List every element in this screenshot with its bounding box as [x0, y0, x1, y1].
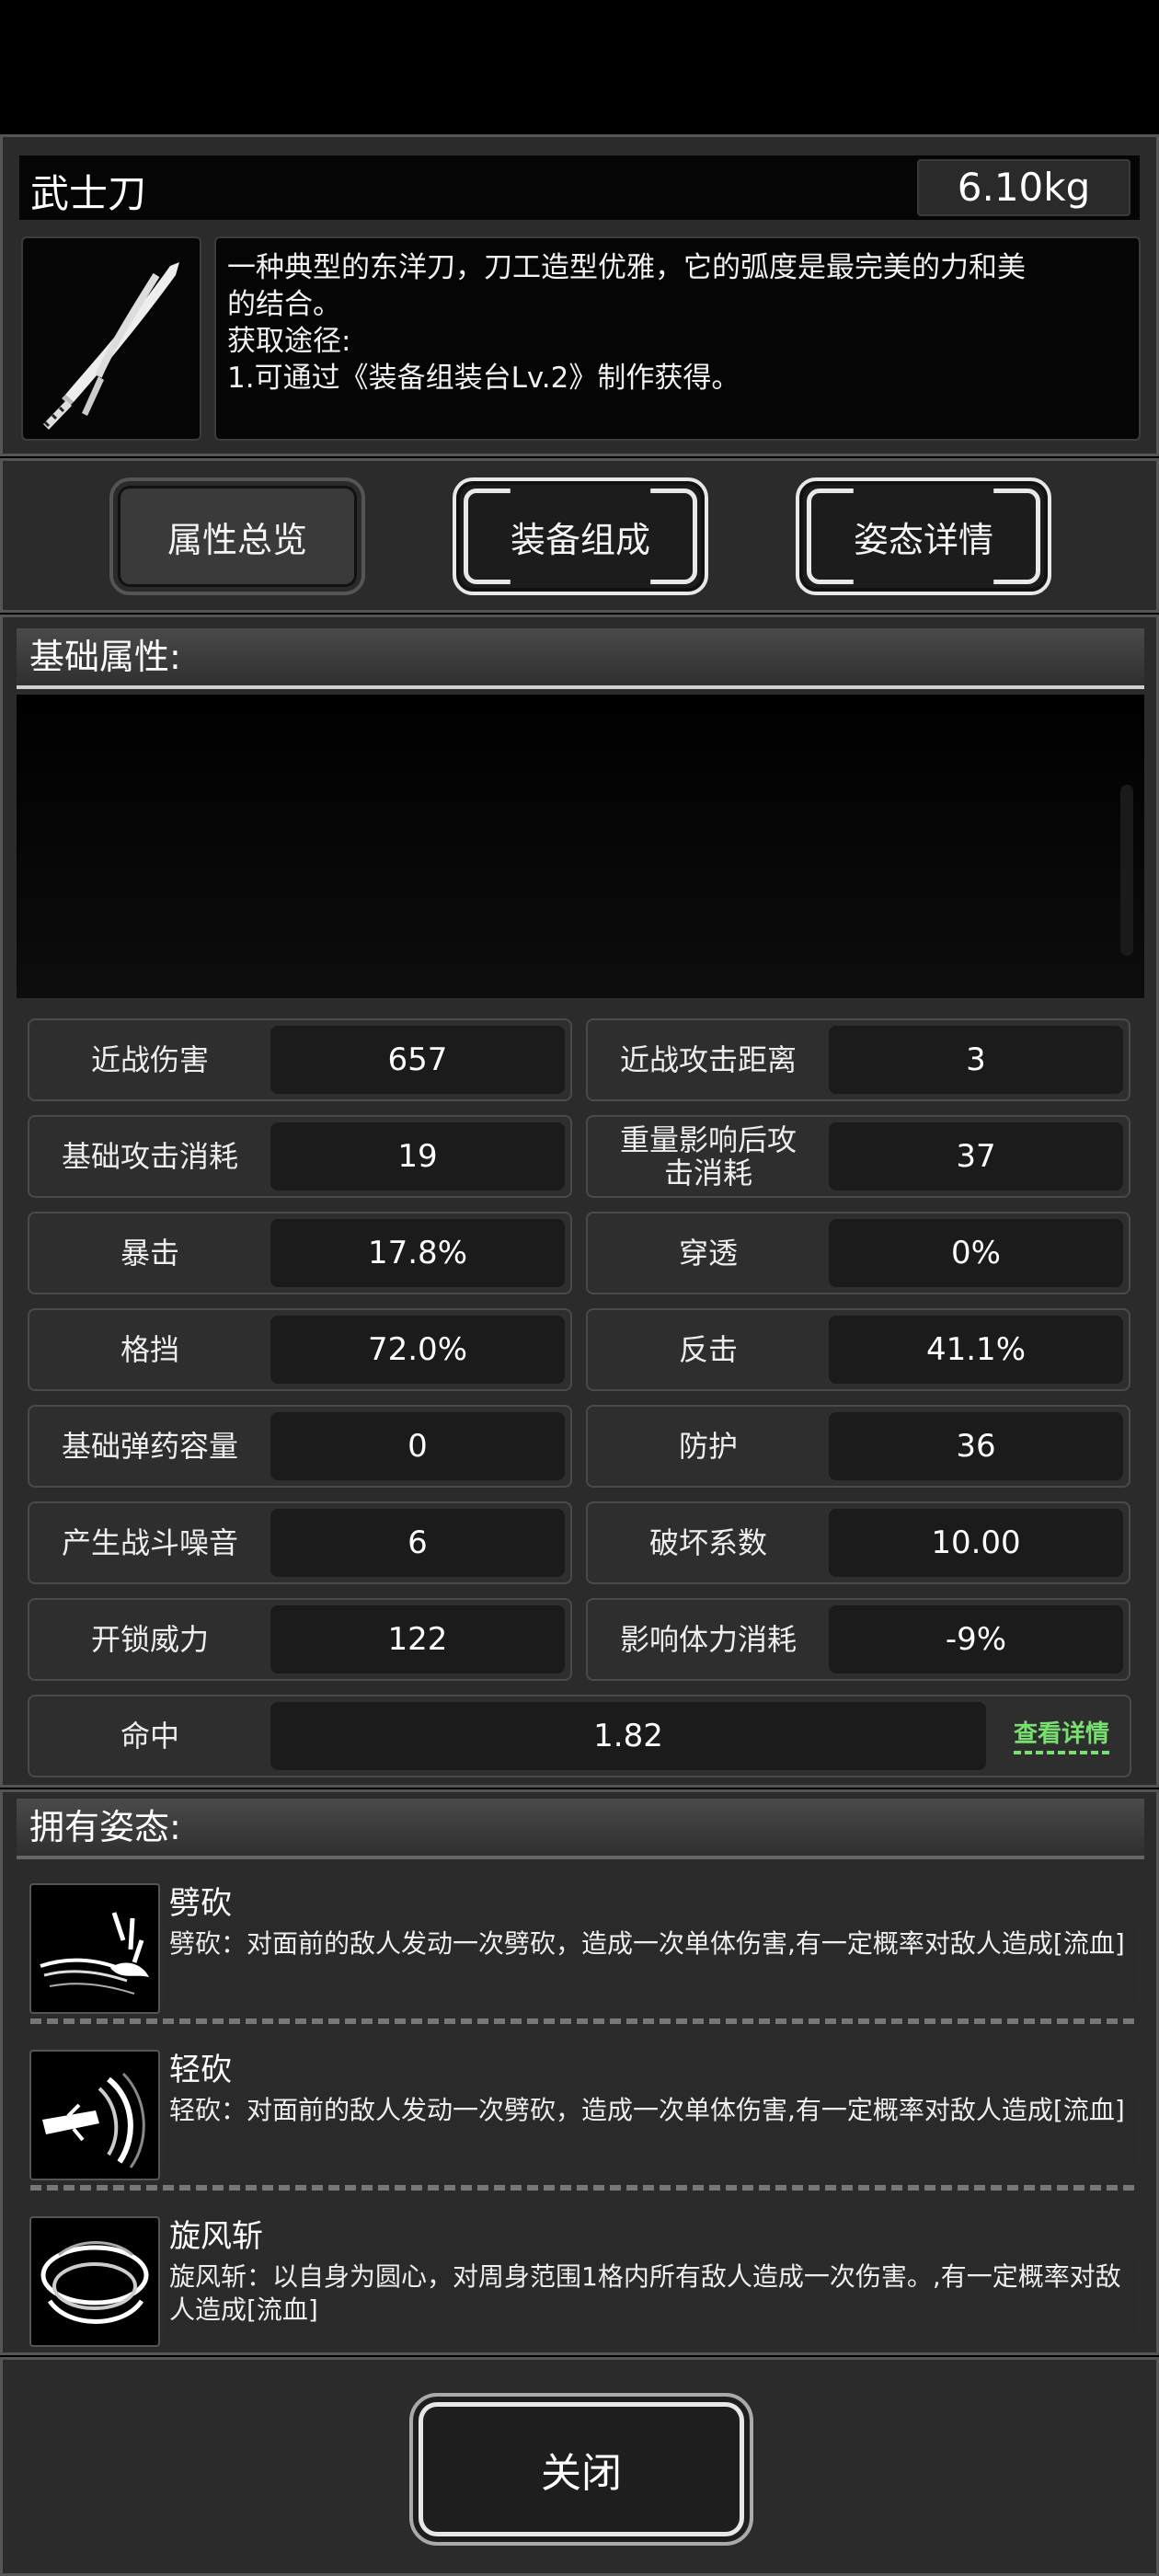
- stat-value: 17.8%: [270, 1219, 565, 1287]
- stat-base-attack-cost: 基础攻击消耗 19: [28, 1115, 572, 1198]
- stance-divider: [30, 2185, 1134, 2191]
- stat-value: 0: [270, 1412, 565, 1480]
- stat-label: 破坏系数: [648, 1525, 767, 1560]
- stat-label: 反击: [678, 1332, 738, 1367]
- stat-label: 重量影响后攻击消耗: [619, 1122, 797, 1190]
- close-button[interactable]: 关闭: [409, 2393, 753, 2546]
- stat-label: 基础弹药容量: [61, 1429, 238, 1464]
- stance-description: 旋风斩：以自身为圆心，对周身范围1格内所有敌人造成一次伤害。,有一定概率对敌人造…: [166, 2255, 1137, 2340]
- stat-label: 开锁威力: [90, 1622, 209, 1657]
- stat-value: 10.00: [829, 1509, 1123, 1577]
- stat-counter: 反击 41.1%: [586, 1308, 1130, 1391]
- tab-attributes-overview[interactable]: 属性总览: [109, 477, 365, 595]
- item-title-bar: 武士刀 6.10kg: [19, 155, 1140, 220]
- stat-label: 穿透: [678, 1236, 738, 1271]
- stat-label: 防护: [678, 1429, 738, 1464]
- stat-weighted-attack-cost: 重量影响后攻击消耗 37: [586, 1115, 1130, 1198]
- stance-description: 轻砍：对面前的敌人发动一次劈砍，造成一次单体伤害,有一定概率对敌人造成[流血]: [166, 2088, 1137, 2173]
- view-details-link[interactable]: 查看详情: [1013, 1715, 1109, 1754]
- stat-protection: 防护 36: [586, 1405, 1130, 1488]
- stance-item[interactable]: 旋风斩 旋风斩：以自身为圆心，对周身范围1格内所有敌人造成一次伤害。,有一定概率…: [26, 2207, 1139, 2363]
- stat-stamina-effect: 影响体力消耗 -9%: [586, 1598, 1130, 1681]
- stance-name: 旋风斩: [169, 2218, 263, 2255]
- slash-icon: [29, 1883, 160, 2014]
- stat-value: 0%: [829, 1219, 1123, 1287]
- stances-panel: 拥有姿态: 劈砍 劈砍：对面前的敌人发动一次劈砍，造成一次单体伤害,有一定概率对…: [0, 1789, 1159, 2355]
- stat-value: 657: [270, 1026, 565, 1094]
- stat-label: 近战伤害: [90, 1042, 209, 1077]
- stat-label: 命中: [120, 1719, 179, 1754]
- stat-value: 19: [270, 1122, 565, 1190]
- stat-label: 基础攻击消耗: [61, 1139, 238, 1174]
- stat-value: 36: [829, 1412, 1123, 1480]
- item-weight: 6.10kg: [917, 159, 1130, 216]
- stat-value: 37: [829, 1122, 1123, 1190]
- attributes-scroll-area[interactable]: [17, 695, 1144, 998]
- item-name: 武士刀: [30, 171, 147, 216]
- item-description: 一种典型的东洋刀，刀工造型优雅，它的弧度是最完美的力和美 的结合。 获取途径: …: [214, 236, 1141, 441]
- stat-label: 影响体力消耗: [619, 1622, 797, 1657]
- stance-item[interactable]: 劈砍 劈砍：对面前的敌人发动一次劈砍，造成一次单体伤害,有一定概率对敌人造成[流…: [26, 1874, 1139, 2030]
- stat-ammo-capacity: 基础弹药容量 0: [28, 1405, 572, 1488]
- stat-hit: 命中 1.82 查看详情: [28, 1695, 1131, 1777]
- stat-label: 暴击: [120, 1236, 179, 1271]
- stance-name: 轻砍: [169, 2052, 232, 2088]
- footer-panel: 关闭: [0, 2357, 1159, 2576]
- stat-melee-damage: 近战伤害 657: [28, 1018, 572, 1101]
- stance-name: 劈砍: [169, 1885, 232, 1922]
- basic-attributes-header: 基础属性:: [17, 628, 1144, 689]
- stance-divider: [30, 2018, 1134, 2024]
- stat-value: 6: [270, 1509, 565, 1577]
- stat-penetration: 穿透 0%: [586, 1212, 1130, 1294]
- whirlwind-icon: [29, 2216, 160, 2347]
- description-line: 1.可通过《装备组装台Lv.2》制作获得。: [227, 362, 740, 395]
- stat-label: 产生战斗噪音: [61, 1525, 238, 1560]
- stat-block: 格挡 72.0%: [28, 1308, 572, 1391]
- tab-stance-details[interactable]: 姿态详情: [796, 477, 1051, 595]
- stance-description: 劈砍：对面前的敌人发动一次劈砍，造成一次单体伤害,有一定概率对敌人造成[流血]: [166, 1922, 1137, 2007]
- stat-melee-range: 近战攻击距离 3: [586, 1018, 1130, 1101]
- tab-bar: 属性总览 装备组成 姿态详情: [0, 458, 1159, 613]
- stat-destruction-factor: 破坏系数 10.00: [586, 1501, 1130, 1584]
- stat-value: 41.1%: [829, 1316, 1123, 1384]
- stat-value: 3: [829, 1026, 1123, 1094]
- description-line: 获取途径:: [227, 325, 351, 358]
- description-line: 一种典型的东洋刀，刀工造型优雅，它的弧度是最完美的力和美: [227, 251, 1026, 284]
- scrollbar[interactable]: [1120, 785, 1133, 956]
- stat-value: -9%: [829, 1605, 1123, 1673]
- light-slash-icon: [29, 2050, 160, 2180]
- item-header-panel: 武士刀 6.10kg 一种典型的东洋刀，刀工造型优雅，它的弧度是最完美的力和美 …: [0, 134, 1159, 456]
- stat-value: 72.0%: [270, 1316, 565, 1384]
- stat-value: 1.82: [270, 1702, 986, 1770]
- stat-value: 122: [270, 1605, 565, 1673]
- stat-label: 近战攻击距离: [619, 1042, 797, 1077]
- stat-critical: 暴击 17.8%: [28, 1212, 572, 1294]
- stances-header: 拥有姿态:: [17, 1799, 1144, 1859]
- stat-combat-noise: 产生战斗噪音 6: [28, 1501, 572, 1584]
- stat-label: 格挡: [120, 1332, 179, 1367]
- attributes-panel: 基础属性: 近战伤害 657 近战攻击距离 3 基础攻击消耗 19 重量影响后攻…: [0, 615, 1159, 1788]
- stance-item[interactable]: 轻砍 轻砍：对面前的敌人发动一次劈砍，造成一次单体伤害,有一定概率对敌人造成[流…: [26, 2041, 1139, 2197]
- stat-lockpick-power: 开锁威力 122: [28, 1598, 572, 1681]
- tab-equipment-composition[interactable]: 装备组成: [453, 477, 708, 595]
- description-line: 的结合。: [227, 288, 341, 321]
- katana-icon: [21, 236, 201, 441]
